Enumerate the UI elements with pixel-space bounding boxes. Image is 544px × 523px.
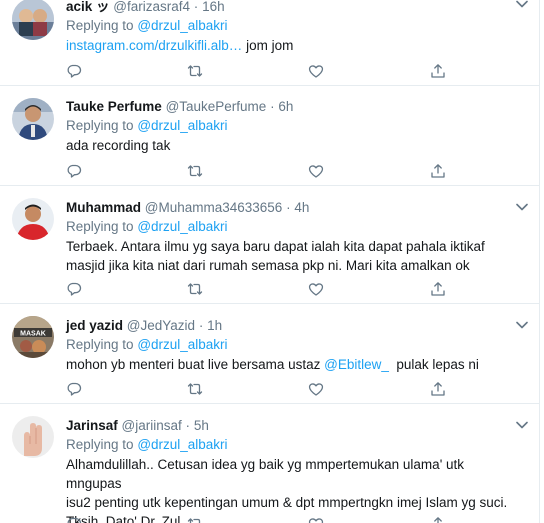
- share-icon[interactable]: [430, 381, 448, 399]
- like-icon[interactable]: [308, 163, 326, 181]
- separator-dot: ·: [270, 99, 275, 114]
- replying-to-link[interactable]: @drzul_albakri: [137, 437, 227, 452]
- share-icon[interactable]: [430, 63, 448, 81]
- retweet-icon[interactable]: [187, 63, 205, 81]
- tweet-text: instagram.com/drzulkifli.alb… jom jom: [66, 36, 512, 55]
- tweet-text-fragment: pulak lepas ni: [388, 357, 479, 372]
- timestamp[interactable]: 6h: [278, 99, 293, 114]
- share-icon[interactable]: [430, 281, 448, 299]
- tweet-text-fragment: jom jom: [242, 38, 294, 53]
- user-handle[interactable]: @farizasraf4: [113, 0, 190, 14]
- timestamp[interactable]: 4h: [294, 200, 309, 215]
- tweet-text: Alhamdulillah.. Cetusan idea yg baik yg …: [66, 455, 512, 523]
- caret-down-icon[interactable]: [516, 0, 530, 10]
- reply-icon[interactable]: [66, 281, 84, 299]
- tweet-header: acik ッ @farizasraf4 · 16h: [66, 0, 512, 16]
- retweet-icon[interactable]: [187, 163, 205, 181]
- user-handle[interactable]: @Muhamma34633656: [145, 200, 283, 215]
- replying-to-line: Replying to @drzul_albakri: [66, 436, 512, 454]
- replying-to-line: Replying to @drzul_albakri: [66, 218, 512, 236]
- reply-icon[interactable]: [66, 516, 84, 523]
- timestamp[interactable]: 5h: [194, 418, 209, 433]
- tweet-text-line: masjid jika kita niat dari rumah semasa …: [66, 258, 470, 273]
- replying-to-label: Replying to: [66, 18, 134, 33]
- like-icon[interactable]: [308, 281, 326, 299]
- tweet-item[interactable]: Muhammad @Muhamma34633656 · 4h Replying …: [0, 186, 539, 304]
- tweet-item[interactable]: acik ッ @farizasraf4 · 16h Replying to @d…: [0, 0, 539, 86]
- tweet-actions: [66, 163, 456, 181]
- separator-dot: ·: [286, 200, 291, 215]
- retweet-icon[interactable]: [187, 381, 205, 399]
- tweet-item[interactable]: MASAK jed yazid @JedYazid · 1h Replying …: [0, 304, 539, 404]
- replying-to-link[interactable]: @drzul_albakri: [137, 219, 227, 234]
- tweet-actions: [66, 516, 456, 523]
- reply-icon[interactable]: [66, 163, 84, 181]
- replying-to-link[interactable]: @drzul_albakri: [137, 118, 227, 133]
- replying-to-label: Replying to: [66, 437, 134, 452]
- replying-to-link[interactable]: @drzul_albakri: [137, 337, 227, 352]
- like-icon[interactable]: [308, 63, 326, 81]
- display-name[interactable]: jed yazid: [66, 318, 123, 333]
- avatar[interactable]: MASAK: [12, 316, 54, 358]
- display-name[interactable]: acik ッ: [66, 0, 110, 14]
- share-icon[interactable]: [430, 163, 448, 181]
- timestamp[interactable]: 16h: [202, 0, 225, 14]
- mention-link[interactable]: @Ebitlew_: [324, 357, 389, 372]
- reply-icon[interactable]: [66, 381, 84, 399]
- tweet-actions: [66, 281, 456, 299]
- tweet-item[interactable]: Tauke Perfume @TaukePerfume · 6h Replyin…: [0, 86, 539, 186]
- tweet-header: jed yazid @JedYazid · 1h: [66, 317, 512, 335]
- avatar[interactable]: [12, 416, 54, 458]
- avatar[interactable]: [12, 98, 54, 140]
- display-name[interactable]: Jarinsaf: [66, 418, 118, 433]
- tweet-text-line: Alhamdulillah.. Cetusan idea yg baik yg …: [66, 457, 465, 491]
- tweet-item[interactable]: Jarinsaf @jariinsaf · 5h Replying to @dr…: [0, 404, 539, 523]
- separator-dot: ·: [198, 318, 204, 333]
- separator-dot: ·: [193, 0, 199, 14]
- replying-to-label: Replying to: [66, 219, 134, 234]
- share-icon[interactable]: [430, 516, 448, 523]
- like-icon[interactable]: [308, 381, 326, 399]
- tweet-actions: [66, 63, 456, 81]
- separator-dot: ·: [185, 418, 191, 433]
- replying-to-label: Replying to: [66, 118, 134, 133]
- replying-to-link[interactable]: @drzul_albakri: [137, 18, 227, 33]
- replying-to-line: Replying to @drzul_albakri: [66, 336, 512, 354]
- user-handle[interactable]: @JedYazid: [127, 318, 195, 333]
- reply-icon[interactable]: [66, 63, 84, 81]
- retweet-icon[interactable]: [187, 516, 205, 523]
- replying-to-label: Replying to: [66, 337, 134, 352]
- tweet-header: Jarinsaf @jariinsaf · 5h: [66, 417, 512, 435]
- reply-timeline: acik ッ @farizasraf4 · 16h Replying to @d…: [0, 0, 540, 523]
- display-name[interactable]: Tauke Perfume: [66, 99, 162, 114]
- tweet-text-line: Terbaek. Antara ilmu yg saya baru dapat …: [66, 239, 485, 254]
- avatar-overlay-text: MASAK: [20, 331, 46, 338]
- user-handle[interactable]: @TaukePerfume: [166, 99, 267, 114]
- tweet-header: Muhammad @Muhamma34633656 · 4h: [66, 199, 512, 217]
- caret-down-icon[interactable]: [516, 321, 530, 331]
- retweet-icon[interactable]: [187, 281, 205, 299]
- caret-down-icon[interactable]: [516, 421, 530, 431]
- avatar[interactable]: [12, 0, 54, 40]
- like-icon[interactable]: [308, 516, 326, 523]
- replying-to-line: Replying to @drzul_albakri: [66, 17, 512, 35]
- avatar[interactable]: [12, 198, 54, 240]
- tweet-actions: [66, 381, 456, 399]
- tweet-header: Tauke Perfume @TaukePerfume · 6h: [66, 98, 512, 116]
- tweet-url-link[interactable]: instagram.com/drzulkifli.alb…: [66, 38, 242, 53]
- replying-to-line: Replying to @drzul_albakri: [66, 117, 512, 135]
- tweet-text: ada recording tak: [66, 138, 171, 153]
- caret-down-icon[interactable]: [516, 203, 530, 213]
- timestamp[interactable]: 1h: [207, 318, 222, 333]
- tweet-text-line: isu2 penting utk kepentingan umum & dpt …: [66, 495, 508, 510]
- display-name[interactable]: Muhammad: [66, 200, 141, 215]
- tweet-text-fragment: mohon yb menteri buat live bersama ustaz: [66, 357, 325, 372]
- tweet-text: Terbaek. Antara ilmu yg saya baru dapat …: [66, 237, 512, 275]
- user-handle[interactable]: @jariinsaf: [122, 418, 182, 433]
- tweet-text: mohon yb menteri buat live bersama ustaz…: [66, 355, 512, 374]
